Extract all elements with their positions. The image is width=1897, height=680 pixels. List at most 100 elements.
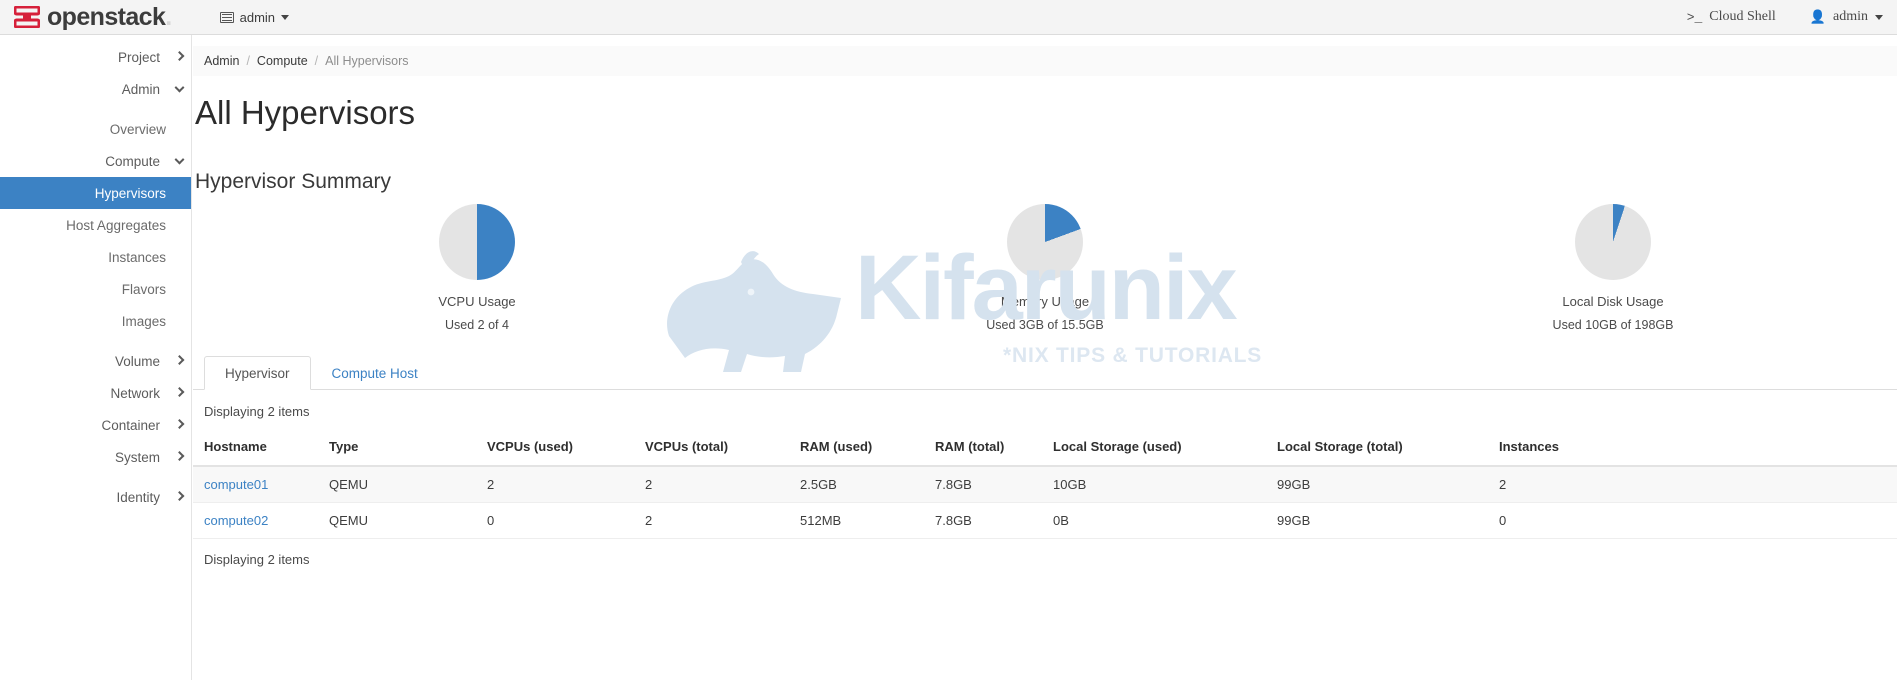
cell-hostname[interactable]: compute02 (193, 503, 318, 539)
displaying-count-top: Displaying 2 items (193, 390, 1897, 432)
project-switcher-label: admin (240, 10, 275, 25)
chart-annotation: Used 10GB of 198GB (1553, 318, 1674, 332)
cell-storage-used: 0B (1042, 503, 1266, 539)
brand-logo[interactable]: openstack. (0, 5, 172, 30)
column-header-ram-used[interactable]: RAM (used) (789, 432, 924, 466)
user-icon: 👤 (1810, 9, 1826, 25)
cell-storage-total: 99GB (1266, 466, 1488, 503)
sidebar-item-hypervisors[interactable]: Hypervisors (0, 177, 191, 209)
cell-instances: 0 (1488, 503, 1897, 539)
column-header-vcpus-total[interactable]: VCPUs (total) (634, 432, 789, 466)
breadcrumb-item-admin[interactable]: Admin (204, 54, 239, 68)
breadcrumb-separator: / (315, 54, 318, 68)
sidebar-item-label: Instances (108, 250, 166, 265)
sidebar-item-admin[interactable]: Admin (0, 73, 191, 105)
sidebar-item-system[interactable]: System (0, 441, 191, 473)
chevron-right-icon (175, 387, 185, 397)
project-switcher[interactable]: admin (214, 6, 295, 29)
chevron-down-icon (1875, 15, 1883, 20)
displaying-count-bottom: Displaying 2 items (193, 539, 1897, 567)
breadcrumb-item-all-hypervisors: All Hypervisors (325, 54, 408, 68)
column-header-ram-total[interactable]: RAM (total) (924, 432, 1042, 466)
chevron-right-icon (175, 51, 185, 61)
chart-vcpu-usage: VCPU UsageUsed 2 of 4 (193, 204, 761, 332)
column-header-local-storage-total[interactable]: Local Storage (total) (1266, 432, 1488, 466)
hypervisor-summary-charts: VCPU UsageUsed 2 of 4Memory UsageUsed 3G… (193, 204, 1897, 334)
nav-spacer (0, 105, 191, 113)
cloud-shell-label: Cloud Shell (1709, 9, 1776, 25)
hypervisors-table: Hostname Type VCPUs (used) VCPUs (total)… (193, 432, 1897, 539)
user-menu-label: admin (1833, 9, 1868, 25)
chart-annotation: Used 2 of 4 (445, 318, 509, 332)
sidebar-item-instances[interactable]: Instances (0, 241, 191, 273)
cell-vcpus-used: 0 (476, 503, 634, 539)
tab-compute-host[interactable]: Compute Host (311, 356, 439, 390)
cell-ram-total: 7.8GB (924, 466, 1042, 503)
chart-title: Memory Usage (1001, 294, 1089, 309)
cell-ram-used: 2.5GB (789, 466, 924, 503)
cell-ram-used: 512MB (789, 503, 924, 539)
sidebar-item-label: Container (101, 418, 160, 433)
sidebar-item-label: Network (110, 386, 160, 401)
sidebar-item-compute[interactable]: Compute (0, 145, 191, 177)
sidebar-item-label: Compute (105, 154, 160, 169)
hostname-link[interactable]: compute01 (204, 477, 268, 492)
sidebar-item-network[interactable]: Network (0, 377, 191, 409)
sidebar-item-identity[interactable]: Identity (0, 481, 191, 513)
sidebar-item-images[interactable]: Images (0, 305, 191, 337)
chevron-right-icon (175, 491, 185, 501)
topbar-right-group: >_ Cloud Shell 👤 admin (1687, 9, 1897, 25)
sidebar-item-volume[interactable]: Volume (0, 345, 191, 377)
sidebar-item-label: Images (122, 314, 166, 329)
chevron-down-icon (175, 155, 185, 165)
breadcrumb: Admin / Compute / All Hypervisors (193, 46, 1897, 76)
pie-chart (1007, 204, 1083, 280)
pie-chart (439, 204, 515, 280)
terminal-icon: >_ (1687, 10, 1703, 25)
chart-local-disk-usage: Local Disk Usage Used 10GB of 198GB (1329, 204, 1897, 332)
cell-instances: 2 (1488, 466, 1897, 503)
sidebar-item-host-aggregates[interactable]: Host Aggregates (0, 209, 191, 241)
cell-vcpus-used: 2 (476, 466, 634, 503)
chevron-down-icon (175, 83, 185, 93)
chevron-right-icon (175, 419, 185, 429)
table-header-row: Hostname Type VCPUs (used) VCPUs (total)… (193, 432, 1897, 466)
column-header-local-storage-used[interactable]: Local Storage (used) (1042, 432, 1266, 466)
user-menu[interactable]: 👤 admin (1810, 9, 1883, 25)
sidebar-item-project[interactable]: Project (0, 41, 191, 73)
page-title: All Hypervisors (193, 76, 1897, 132)
table-row: compute01QEMU222.5GB7.8GB10GB99GB2 (193, 466, 1897, 503)
chevron-down-icon (281, 15, 289, 20)
hostname-link[interactable]: compute02 (204, 513, 268, 528)
sidebar-navigation: Project Admin Overview Compute Hypervisors Ho… (0, 35, 192, 680)
sidebar-item-label: Hypervisors (95, 186, 166, 201)
openstack-logo-icon (14, 6, 40, 28)
column-header-instances[interactable]: Instances (1488, 432, 1897, 466)
sidebar-item-label: Admin (122, 82, 160, 97)
column-header-vcpus-used[interactable]: VCPUs (used) (476, 432, 634, 466)
cell-hostname[interactable]: compute01 (193, 466, 318, 503)
breadcrumb-separator: / (246, 54, 249, 68)
chevron-right-icon (175, 451, 185, 461)
cell-storage-used: 10GB (1042, 466, 1266, 503)
chevron-right-icon (175, 355, 185, 365)
sidebar-item-overview[interactable]: Overview (0, 113, 191, 145)
tab-bar: HypervisorCompute Host (193, 355, 1897, 390)
nav-spacer (0, 473, 191, 481)
table-row: compute02QEMU02512MB7.8GB0B99GB0 (193, 503, 1897, 539)
sidebar-item-label: Overview (110, 122, 166, 137)
tab-hypervisor[interactable]: Hypervisor (204, 356, 311, 390)
breadcrumb-item-compute[interactable]: Compute (257, 54, 308, 68)
column-header-type[interactable]: Type (318, 432, 476, 466)
column-header-hostname[interactable]: Hostname (193, 432, 318, 466)
cloud-shell-button[interactable]: >_ Cloud Shell (1687, 9, 1776, 25)
cell-storage-total: 99GB (1266, 503, 1488, 539)
brand-name: openstack. (47, 5, 172, 30)
chart-title: Local Disk Usage (1562, 294, 1663, 309)
sidebar-item-label: Identity (116, 490, 160, 505)
main-content: Admin / Compute / All Hypervisors All Hy… (193, 35, 1897, 680)
sidebar-item-label: Flavors (122, 282, 166, 297)
sidebar-item-label: Host Aggregates (66, 218, 166, 233)
sidebar-item-container[interactable]: Container (0, 409, 191, 441)
sidebar-item-flavors[interactable]: Flavors (0, 273, 191, 305)
